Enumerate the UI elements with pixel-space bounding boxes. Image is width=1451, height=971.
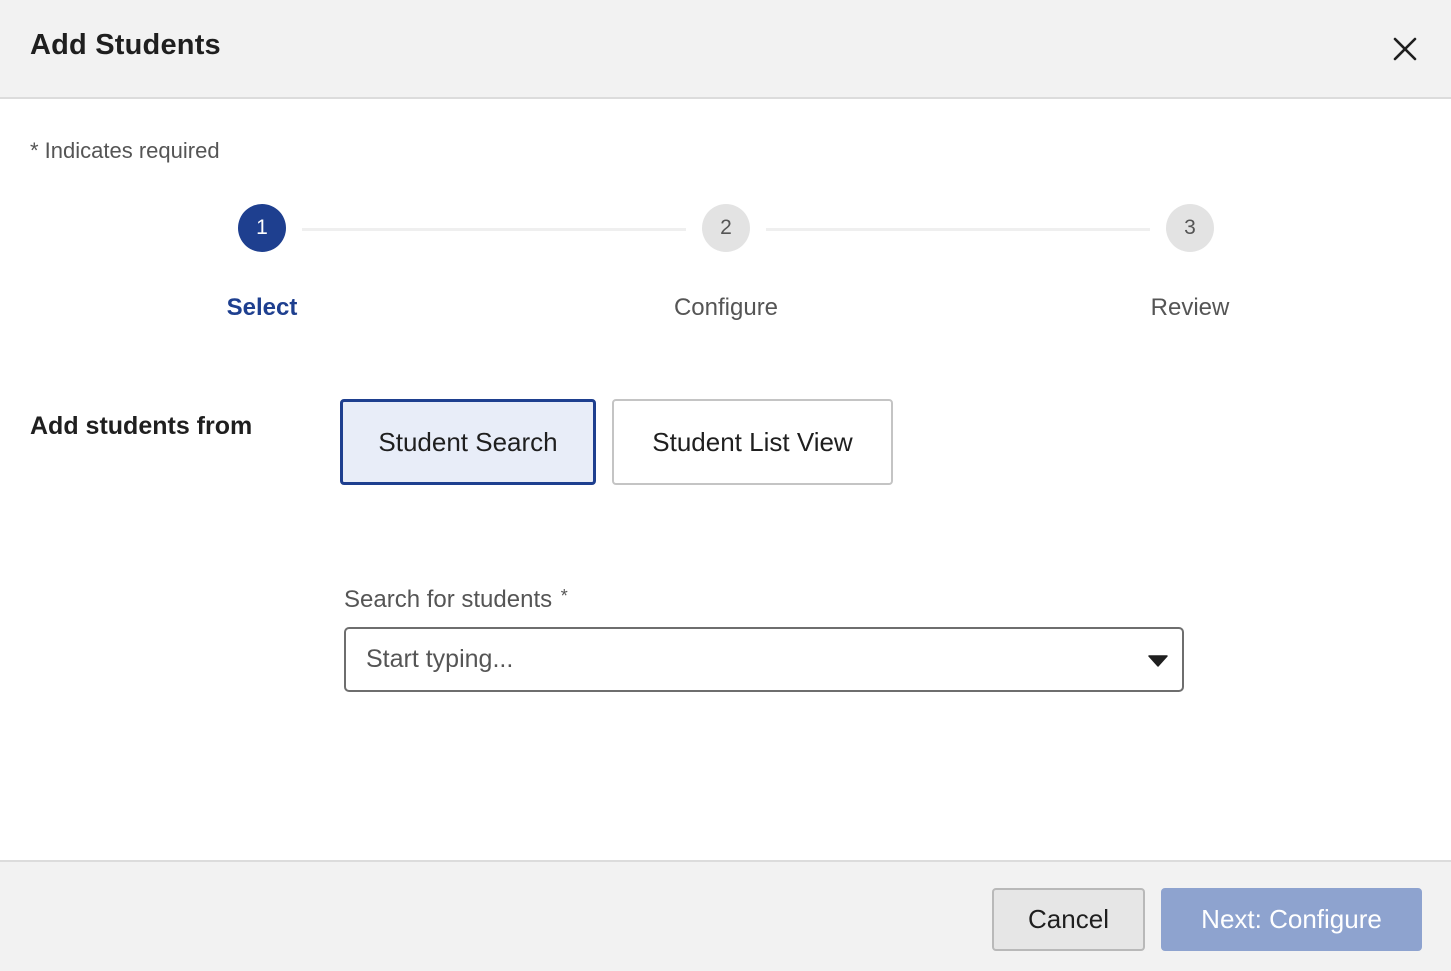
step-number: 1 [256, 216, 268, 239]
student-search-input[interactable] [366, 629, 1126, 690]
search-label: Search for students * [344, 586, 568, 614]
step-connector [302, 228, 686, 231]
required-note: * Indicates required [30, 138, 220, 163]
step-3-label: Review [1150, 294, 1230, 321]
dialog-header: Add Students [0, 0, 1451, 99]
step-1-indicator: 1 [238, 204, 286, 252]
step-2-label: Configure [673, 294, 779, 321]
required-marker: * [560, 586, 568, 606]
step-connector [766, 228, 1150, 231]
step-3-indicator: 3 [1166, 204, 1214, 252]
cancel-button[interactable]: Cancel [992, 888, 1145, 951]
step-number: 2 [720, 216, 732, 239]
source-label: Add students from [30, 412, 253, 440]
close-icon [1393, 37, 1417, 61]
step-number: 3 [1184, 216, 1196, 239]
student-list-view-option[interactable]: Student List View [612, 399, 893, 485]
student-search-combobox[interactable] [344, 627, 1184, 692]
step-2-indicator: 2 [702, 204, 750, 252]
caret-down-icon[interactable] [1148, 655, 1168, 667]
close-button[interactable] [1388, 32, 1422, 66]
dialog-title: Add Students [30, 29, 221, 61]
search-label-text: Search for students [344, 586, 553, 613]
next-configure-button[interactable]: Next: Configure [1161, 888, 1422, 951]
student-search-option[interactable]: Student Search [340, 399, 596, 485]
step-1-label: Select [226, 294, 298, 321]
dialog-footer: Cancel Next: Configure [0, 860, 1451, 971]
